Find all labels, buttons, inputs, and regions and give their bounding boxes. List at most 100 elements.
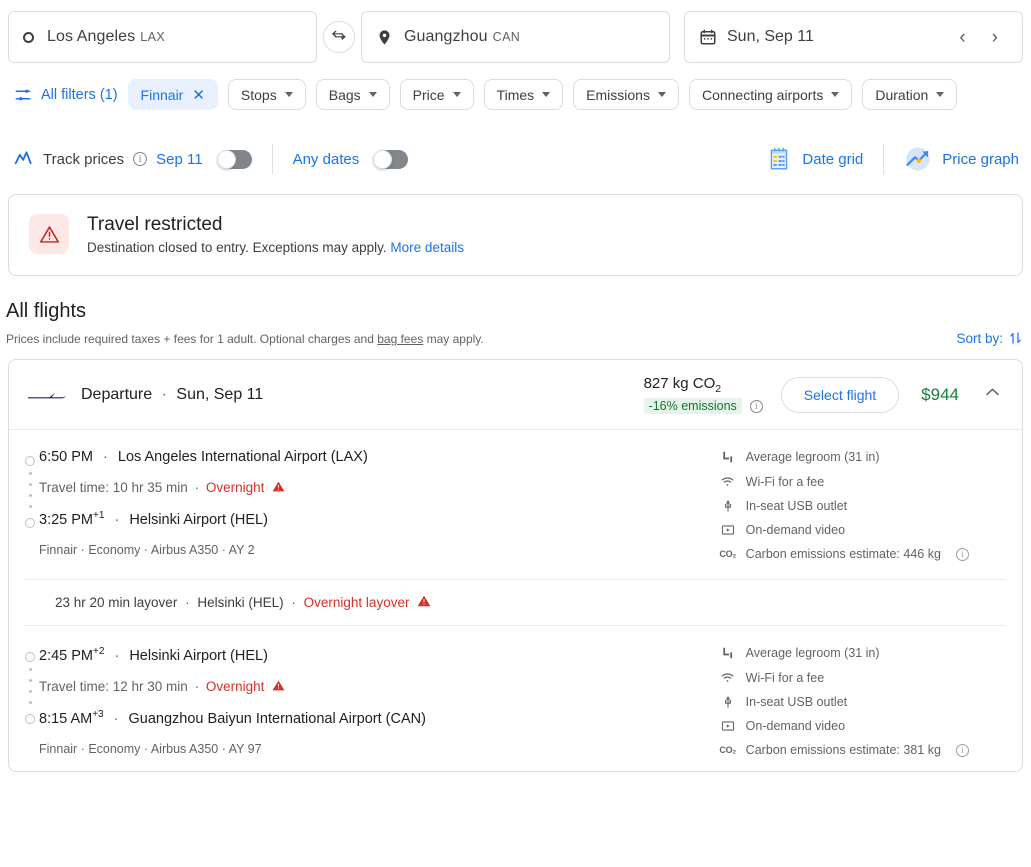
track-prices-date-toggle[interactable] <box>216 149 252 169</box>
layover-duration: 23 hr 20 min layover <box>55 595 178 610</box>
leg-departure-row: 6:50 PM · Los Angeles International Airp… <box>39 449 712 466</box>
flight-leg-1: 6:50 PM · Los Angeles International Airp… <box>9 430 1022 575</box>
leg-details: 2:45 PM+2 · Helsinki Airport (HEL) Trave… <box>25 646 712 767</box>
info-icon[interactable]: i <box>955 743 969 757</box>
wifi-icon <box>720 474 736 489</box>
leg-details: 6:50 PM · Los Angeles International Airp… <box>25 449 712 571</box>
leg-depart-time: 2:45 PM <box>39 647 93 664</box>
co2-subscript: 2 <box>715 383 722 395</box>
filter-chip-label: Connecting airports <box>701 86 824 103</box>
separator: · <box>194 479 200 495</box>
co2-amount-text: 827 kg CO <box>643 375 716 392</box>
price-graph-button[interactable]: Price graph <box>904 145 1019 173</box>
separator: · <box>113 710 119 727</box>
overnight-layover-label: Overnight layover <box>303 595 410 610</box>
next-date-button[interactable]: › <box>986 26 1004 49</box>
video-icon <box>720 719 736 733</box>
co2-icon: CO₂ <box>719 549 736 559</box>
trend-line-icon <box>14 151 32 165</box>
leg-depart-airport: Helsinki Airport (HEL) <box>129 647 268 664</box>
info-icon[interactable]: i <box>133 152 148 166</box>
date-value: Sun, Sep 11 <box>727 28 814 45</box>
toggle-knob <box>216 149 236 169</box>
leg-departure-row: 2:45 PM+2 · Helsinki Airport (HEL) <box>39 646 712 665</box>
leg-travel-time: Travel time: 12 hr 30 min <box>39 678 188 694</box>
warning-triangle-icon <box>272 679 285 695</box>
warning-triangle-icon <box>417 594 431 611</box>
amenity-label: In-seat USB outlet <box>745 695 848 709</box>
amenity-label: In-seat USB outlet <box>745 499 848 513</box>
price-graph-icon <box>906 147 930 171</box>
date-field[interactable]: Sun, Sep 11 ‹ › <box>684 11 1023 63</box>
swap-wrapper <box>317 11 361 63</box>
sort-by-button[interactable]: Sort by: <box>956 330 1023 346</box>
all-filters-button[interactable]: All filters (1) <box>14 86 118 104</box>
leg-arrive-airport: Helsinki Airport (HEL) <box>129 511 268 528</box>
usb-svg <box>724 695 731 708</box>
filter-chip-bags[interactable]: Bags <box>315 79 390 110</box>
chevron-up-icon[interactable] <box>983 383 1002 407</box>
filter-chip-emissions[interactable]: Emissions <box>573 79 679 110</box>
overnight-label: Overnight <box>205 678 265 694</box>
wifi-svg <box>721 477 734 486</box>
filter-chip-times[interactable]: Times <box>483 79 564 110</box>
leg-depart-airport: Los Angeles International Airport (LAX) <box>117 449 368 465</box>
calendar-icon <box>700 29 716 45</box>
departure-label: Departure <box>81 385 153 403</box>
all-flights-subrow: Prices include required taxes + fees for… <box>6 330 1023 346</box>
close-icon[interactable]: ✕ <box>192 86 205 104</box>
leg-arrive-airport: Guangzhou Baiyun International Airport (… <box>128 710 426 727</box>
flight-card-header[interactable]: Departure · Sun, Sep 11 827 kg CO2 -16% … <box>9 360 1022 429</box>
flight-leg-2: 2:45 PM+2 · Helsinki Airport (HEL) Trave… <box>9 626 1022 771</box>
prev-date-button[interactable]: ‹ <box>953 26 971 49</box>
legroom-icon <box>720 646 736 660</box>
amenity-label: Average legroom (31 in) <box>745 646 880 660</box>
amenity-label: On-demand video <box>745 719 846 733</box>
all-filters-label: All filters (1) <box>41 86 118 103</box>
destination-field[interactable]: Guangzhou CAN <box>361 11 670 63</box>
emissions-badge-row: -16% emissions i <box>643 398 763 414</box>
wifi-icon <box>720 670 736 685</box>
filter-chip-stops[interactable]: Stops <box>227 79 306 110</box>
more-details-link[interactable]: More details <box>390 240 464 255</box>
filter-chip-label: Price <box>412 86 445 103</box>
chevron-down-icon <box>542 92 551 97</box>
filter-chip-label: Emissions <box>586 86 650 103</box>
origin-field[interactable]: Los Angeles LAX <box>8 11 317 63</box>
bag-fees-link[interactable]: bag fees <box>377 332 423 346</box>
sort-by-label: Sort by: <box>956 330 1003 346</box>
filter-chip-label: Stops <box>240 86 277 103</box>
header-separator: · <box>161 385 167 403</box>
notice-body-text: Destination closed to entry. Exceptions … <box>87 240 387 255</box>
usb-icon <box>720 499 736 513</box>
any-dates-toggle[interactable] <box>373 149 409 169</box>
amenity-legroom: Average legroom (31 in) <box>720 646 1006 660</box>
search-bar: Los Angeles LAX Guangzhou CAN Sun, Sep 1… <box>0 0 1031 63</box>
filter-chip-connecting-airports[interactable]: Connecting airports <box>688 79 853 110</box>
co2-amount: 827 kg CO2 <box>644 375 763 395</box>
info-icon[interactable]: i <box>955 547 969 561</box>
amenity-label: Carbon emissions estimate: 381 kg <box>745 743 941 757</box>
flight-result-card[interactable]: Departure · Sun, Sep 11 827 kg CO2 -16% … <box>8 359 1023 772</box>
amenity-carbon-emissions: CO₂ Carbon emissions estimate: 381 kg i <box>719 743 1006 757</box>
circle-dot-icon <box>23 31 34 43</box>
filter-chip-finnair[interactable]: Finnair ✕ <box>127 79 218 110</box>
amenity-video: On-demand video <box>720 523 1006 537</box>
travel-restricted-notice: Travel restricted Destination closed to … <box>8 194 1023 276</box>
select-flight-button[interactable]: Select flight <box>780 376 900 413</box>
video-icon <box>720 523 736 537</box>
warning-triangle-icon <box>272 480 285 496</box>
leg-arrive-day-offset: +1 <box>93 509 105 521</box>
swap-button[interactable] <box>323 21 355 53</box>
info-icon[interactable]: i <box>749 399 763 413</box>
sort-arrows-icon <box>1010 332 1021 344</box>
date-grid-button[interactable]: Date grid <box>766 146 863 172</box>
filter-chip-duration[interactable]: Duration <box>862 79 958 110</box>
amenity-label: Wi-Fi for a fee <box>745 670 825 685</box>
timeline-dot <box>28 483 32 486</box>
filter-chip-price[interactable]: Price <box>399 79 474 110</box>
usb-icon <box>720 695 736 709</box>
amenity-label: On-demand video <box>745 523 846 537</box>
chevron-up-svg <box>986 388 999 395</box>
all-flights-section: All flights Prices include required taxe… <box>0 276 1031 346</box>
